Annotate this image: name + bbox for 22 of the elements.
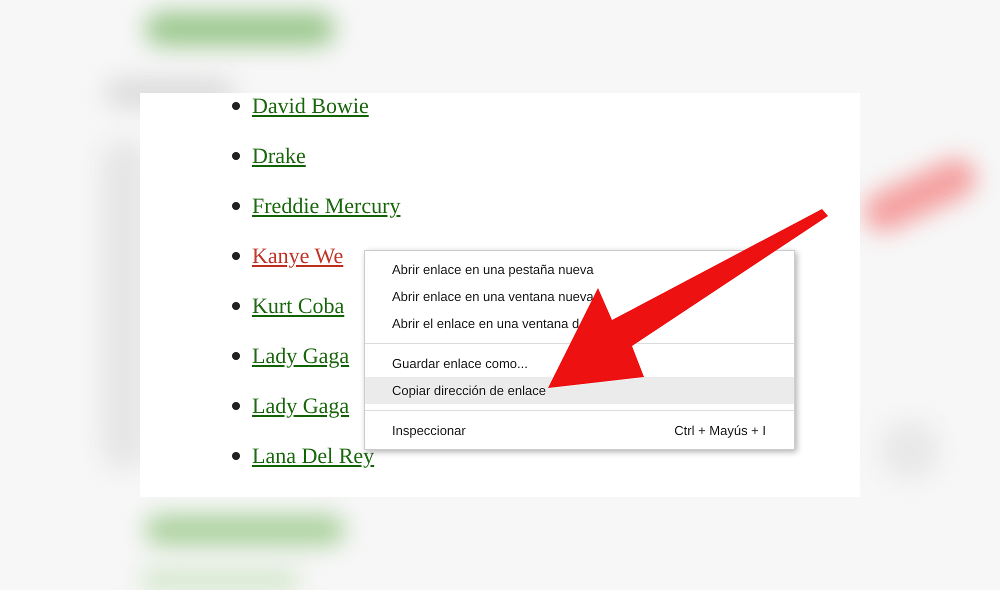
bullet-icon — [232, 202, 240, 210]
link[interactable]: Lana Del Rey — [252, 443, 374, 469]
link[interactable]: Lady Gaga — [252, 343, 350, 369]
link[interactable]: Freddie Mercury — [252, 193, 400, 219]
bullet-icon — [232, 152, 240, 160]
link[interactable]: Lady Gaga — [252, 393, 350, 419]
menu-item[interactable]: Guardar enlace como... — [365, 350, 794, 377]
bullet-icon — [232, 352, 240, 360]
menu-item[interactable]: Abrir el enlace en una ventana d — [365, 310, 794, 337]
link[interactable]: Kurt Coba — [252, 293, 344, 319]
bullet-icon — [232, 402, 240, 410]
menu-item[interactable]: Inspeccionar Ctrl + Mayús + I — [365, 417, 794, 444]
bullet-icon — [232, 252, 240, 260]
menu-item[interactable]: Copiar dirección de enlace — [365, 377, 794, 404]
bullet-icon — [232, 302, 240, 310]
bullet-icon — [232, 102, 240, 110]
link[interactable]: David Bowie — [252, 93, 369, 119]
link[interactable]: Drake — [252, 143, 306, 169]
menu-item[interactable]: Abrir enlace en una ventana nueva — [365, 283, 794, 310]
link[interactable]: Kanye We — [252, 243, 344, 269]
menu-item[interactable]: Abrir enlace en una pestaña nueva — [365, 256, 794, 283]
bullet-icon — [232, 452, 240, 460]
